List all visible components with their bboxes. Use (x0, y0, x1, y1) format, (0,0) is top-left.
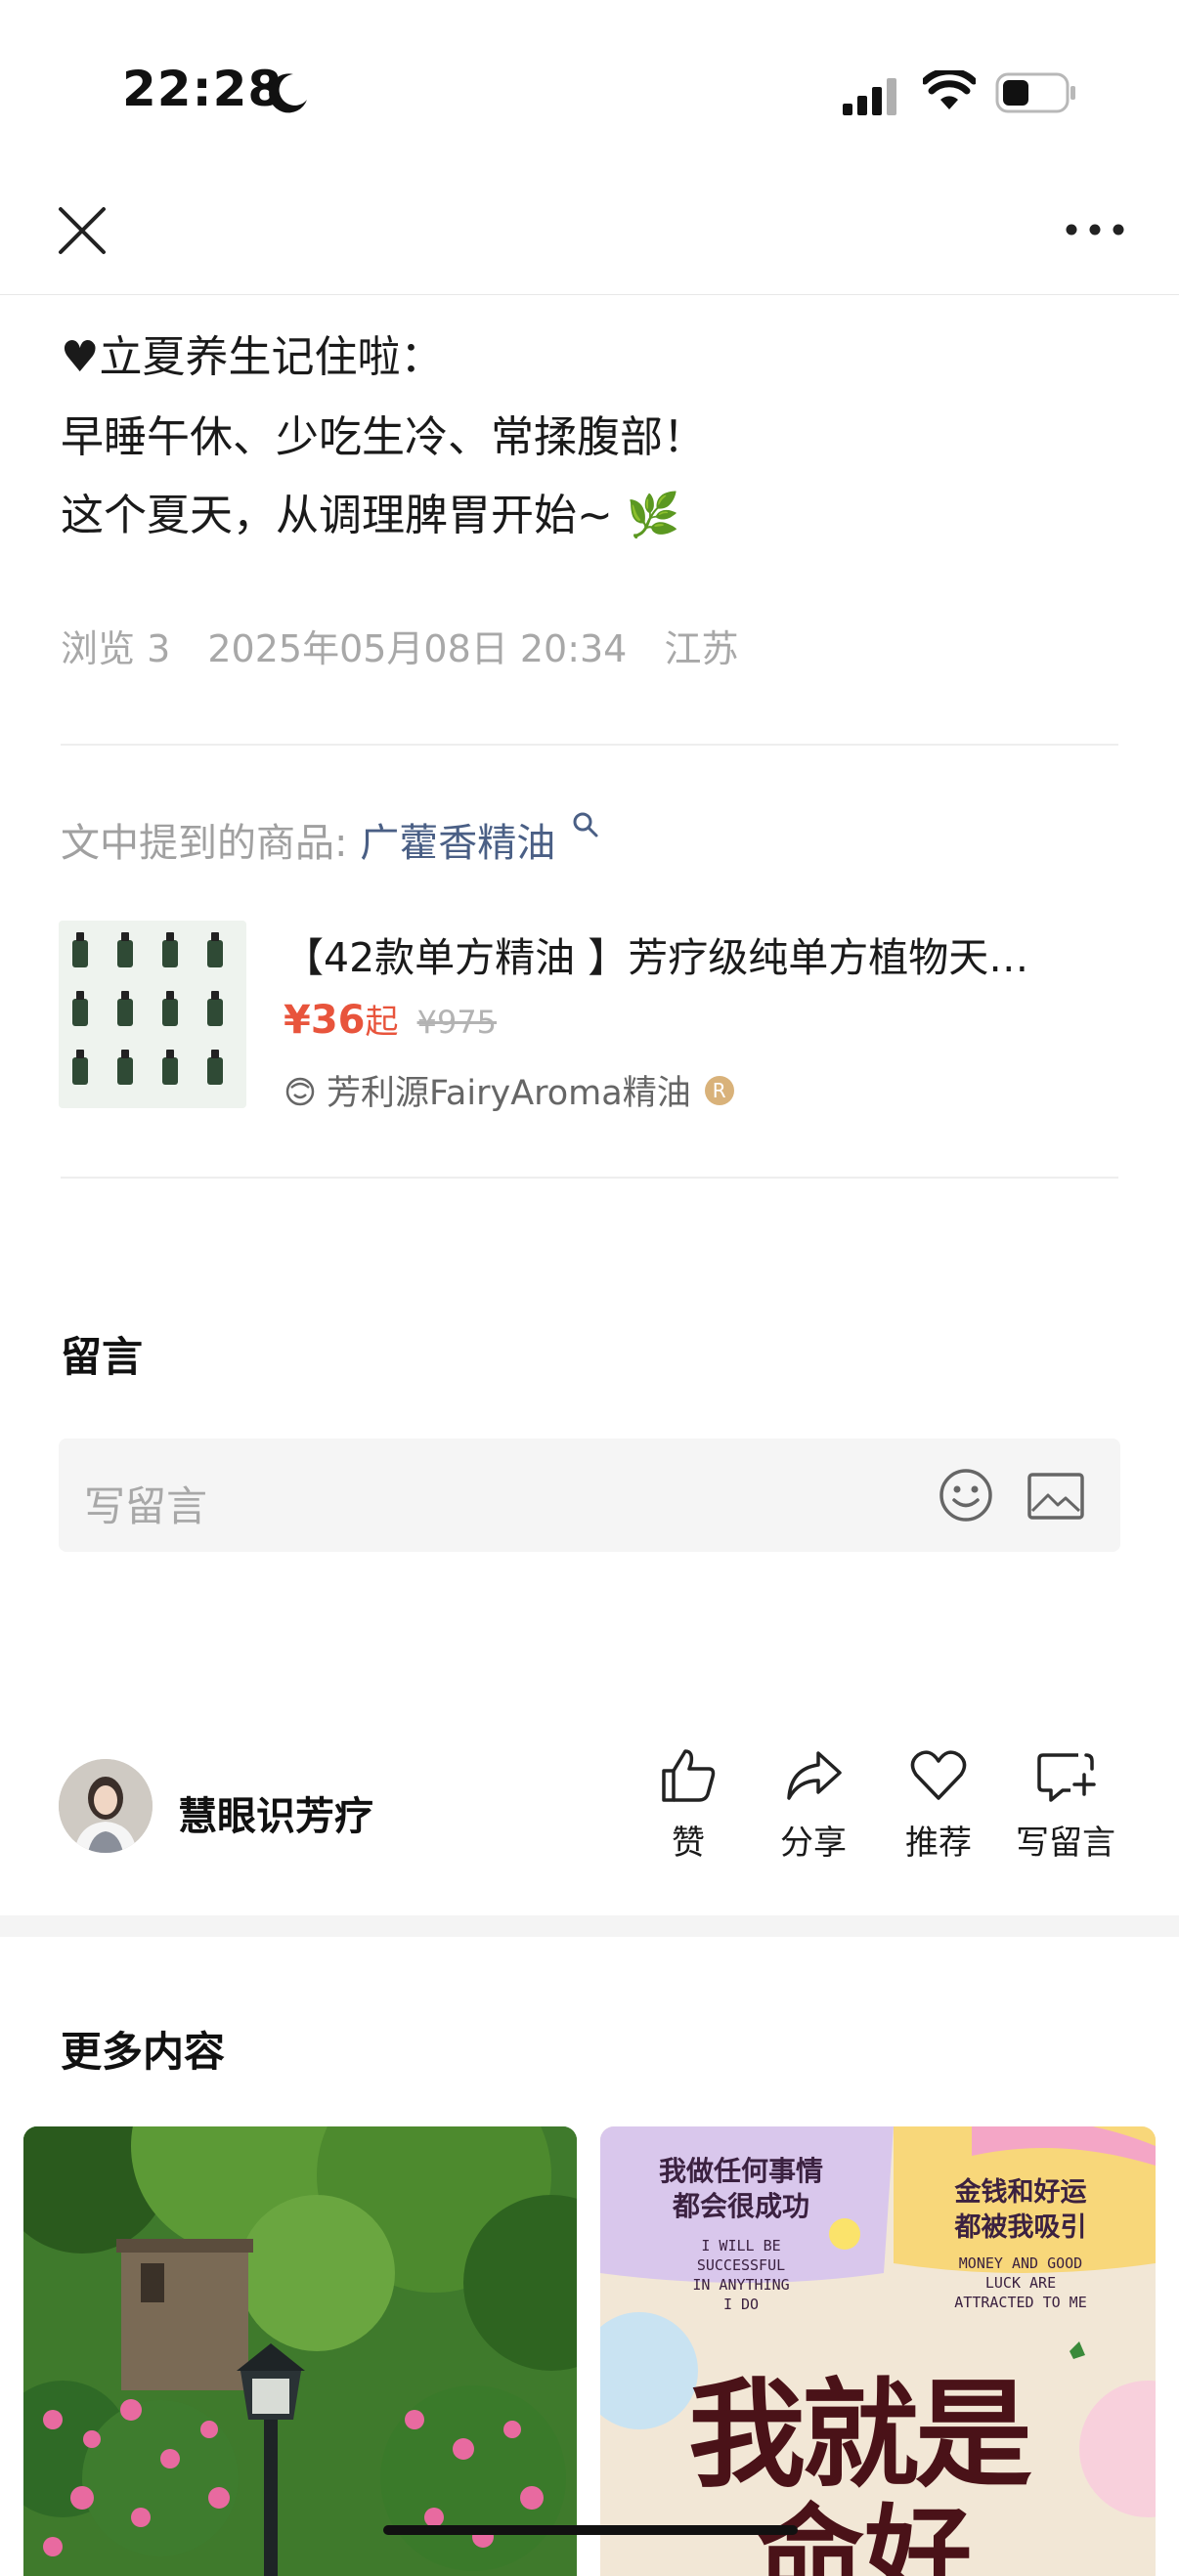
signal-icon (843, 78, 896, 115)
post-line-2: 早睡午休、少吃生冷、常揉腹部！ (61, 412, 706, 462)
product-price: ¥36起 ¥975 (284, 995, 497, 1043)
heart-icon (910, 1750, 967, 1800)
wifi-icon (923, 70, 976, 109)
status-time: 22:28 (122, 61, 284, 117)
battery-icon (995, 72, 1075, 113)
share-button[interactable]: 分享 (755, 1745, 872, 1864)
shop-badge: R (704, 1075, 734, 1105)
thumbs-up-icon (662, 1749, 716, 1802)
nav-divider (0, 294, 1179, 295)
content-card-poster[interactable]: 我做任何事情 都会很成功 I WILL BE SUCCESSFUL IN ANY… (600, 2126, 1156, 2576)
poster-en-r3: ATTRACTED TO ME (954, 2294, 1087, 2311)
shop-row[interactable]: 芳利源FairyAroma精油 R (284, 1065, 734, 1115)
comments-title: 留言 (61, 1333, 144, 1381)
poster-en-3: IN ANYTHING (692, 2276, 790, 2294)
divider (61, 744, 1118, 746)
poster-en-4: I DO (722, 2296, 760, 2313)
write-comment-label: 写留言 (1016, 1824, 1115, 1863)
comment-add-icon (1037, 1753, 1096, 1802)
view-count: 浏览 3 (61, 627, 171, 670)
post-line-1: ♥立夏养生记住啦： (61, 332, 444, 382)
divider (61, 1177, 1118, 1179)
moon-icon (269, 73, 307, 113)
recommend-button[interactable]: 推荐 (880, 1745, 997, 1864)
post-meta: 浏览 3 2025年05月08日 20:34 江苏 (61, 619, 764, 672)
share-icon (787, 1751, 842, 1800)
mentioned-products: 文中提到的商品: 广藿香精油 (61, 811, 599, 868)
close-icon[interactable] (53, 201, 111, 260)
author-name[interactable]: 慧眼识芳疗 (178, 1784, 373, 1841)
post-location: 江苏 (664, 627, 739, 670)
recommend-label: 推荐 (905, 1824, 972, 1863)
product-title[interactable]: 【42款单方精油 】芳疗级纯单方植物天… (284, 924, 1105, 983)
poster-en-r1: MONEY AND GOOD (958, 2254, 1083, 2272)
content-card-garden[interactable] (23, 2126, 577, 2576)
mentioned-product-link[interactable]: 广藿香精油 (360, 821, 555, 866)
more-content-title: 更多内容 (61, 2028, 226, 2076)
home-indicator (383, 2525, 798, 2535)
write-comment-button[interactable]: 写留言 (1007, 1745, 1124, 1864)
product-thumbnail[interactable] (59, 921, 246, 1108)
poster-en-1: I WILL BE (701, 2237, 781, 2254)
poster-en-r2: LUCK ARE (984, 2274, 1057, 2292)
shop-name[interactable]: 芳利源FairyAroma精油 (327, 1065, 691, 1115)
more-icon[interactable] (1064, 215, 1126, 244)
shop-icon (285, 1077, 315, 1105)
like-button[interactable]: 赞 (630, 1745, 747, 1864)
poster-text-r1: 金钱和好运 (954, 2177, 1087, 2208)
poster-en-2: SUCCESSFUL (696, 2256, 786, 2274)
share-label: 分享 (780, 1824, 847, 1863)
like-label: 赞 (672, 1824, 705, 1863)
post-datetime: 2025年05月08日 20:34 (207, 627, 628, 670)
comment-placeholder[interactable]: 写留言 (84, 1474, 207, 1533)
image-icon[interactable] (1026, 1472, 1085, 1521)
poster-text-l2: 都会很成功 (672, 2190, 809, 2222)
poster-big-text-2: 命好 (757, 2494, 972, 2576)
poster-text-l1: 我做任何事情 (658, 2155, 823, 2187)
section-separator (0, 1915, 1179, 1937)
post-line-3: 这个夏天，从调理脾胃开始~ 🌿 (61, 491, 680, 540)
search-icon[interactable] (572, 811, 599, 838)
price-current: ¥36 (284, 998, 366, 1043)
mentioned-label: 文中提到的商品: (61, 821, 348, 866)
price-suffix: 起 (365, 1003, 399, 1042)
price-original: ¥975 (416, 1004, 498, 1041)
avatar[interactable] (59, 1759, 153, 1853)
poster-text-r2: 都被我吸引 (954, 2212, 1087, 2243)
emoji-icon[interactable] (937, 1466, 995, 1524)
